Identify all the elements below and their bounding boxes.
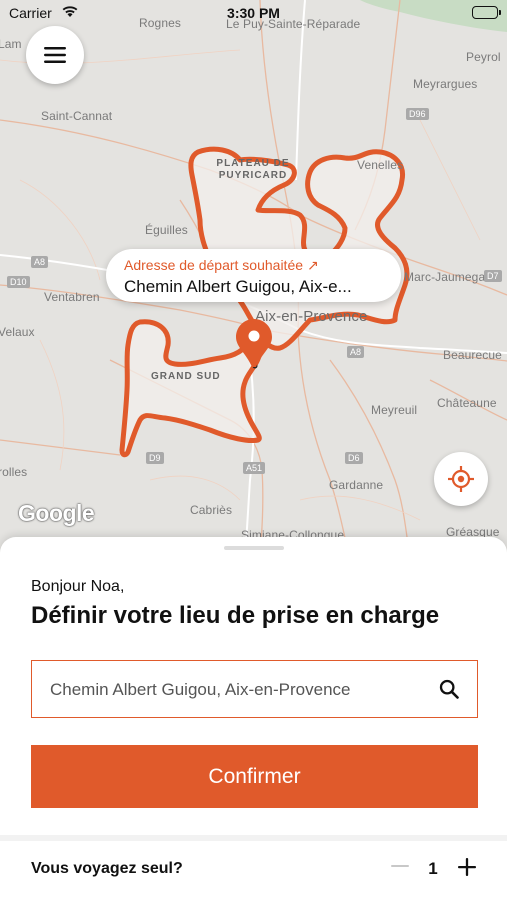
pickup-bottom-sheet: Bonjour Noa, Définir votre lieu de prise…: [0, 537, 507, 900]
section-divider: [0, 835, 507, 841]
road-badge: D10: [7, 276, 30, 288]
status-bar: Carrier 3:30 PM: [0, 0, 507, 26]
map-pin-icon[interactable]: [234, 317, 274, 374]
map-place-label: Velaux: [0, 325, 35, 339]
magnifier-icon[interactable]: [439, 679, 459, 704]
zone-label-grand-sud: GRAND SUD: [151, 371, 221, 382]
search-input-value[interactable]: Chemin Albert Guigou, Aix-en-Provence: [50, 680, 351, 700]
map-place-label: rolles: [0, 465, 28, 479]
map-place-label: Cabriès: [190, 503, 233, 517]
increment-passengers-button[interactable]: [456, 856, 478, 878]
map-view[interactable]: Rognes Le Puy-Sainte-Réparade Peyrol Lam…: [0, 0, 507, 560]
road-badge: D9: [146, 452, 164, 464]
google-logo: Google: [18, 500, 95, 526]
road-badge: A8: [347, 346, 365, 358]
pickup-address-search-field[interactable]: Chemin Albert Guigou, Aix-en-Provence: [31, 660, 478, 718]
locate-me-button[interactable]: [434, 452, 488, 506]
battery-icon: [472, 6, 501, 19]
pickup-callout[interactable]: Adresse de départ souhaitée ↗ Chemin Albe…: [106, 249, 401, 302]
page-title: Définir votre lieu de prise en charge: [31, 602, 440, 629]
decrement-passengers-button[interactable]: [390, 856, 410, 876]
map-place-label: Marc-Jaumegar: [404, 270, 490, 284]
road-badge: A51: [243, 462, 266, 474]
map-place-label: Lam: [0, 37, 22, 51]
map-place-label: Saint-Cannat: [41, 109, 113, 123]
map-place-label: Peyrol: [466, 50, 501, 64]
map-place-label: Venelles: [357, 158, 404, 172]
greeting-text: Bonjour Noa,: [31, 578, 125, 595]
external-arrow-icon: ↗: [307, 257, 319, 273]
road-badge: D7: [484, 270, 502, 282]
road-badge: D6: [345, 452, 363, 464]
zone-label-plateau: PLATEAU DE PUYRICARD: [216, 158, 290, 181]
minus-icon: [391, 865, 409, 867]
map-place-label: Beaurecue: [443, 348, 502, 362]
callout-address: Chemin Albert Guigou, Aix-e...: [124, 277, 352, 296]
map-place-label: Châteaune: [437, 396, 497, 410]
confirm-button[interactable]: Confirmer: [31, 745, 478, 808]
road-badge: A8: [31, 256, 49, 268]
plus-icon: [458, 858, 476, 876]
passenger-count: 1: [428, 859, 438, 878]
crosshair-icon: [448, 466, 474, 492]
road-badge: D96: [406, 108, 429, 120]
map-place-label: Éguilles: [145, 223, 188, 237]
map-place-label: Meyrargues: [413, 77, 478, 91]
map-place-label: Ventabren: [44, 290, 100, 304]
map-place-label: Meyreuil: [371, 403, 418, 417]
sheet-grabber[interactable]: [224, 546, 284, 550]
map-place-label: Gardanne: [329, 478, 384, 492]
travel-alone-label: Vous voyagez seul?: [31, 860, 183, 877]
menu-button[interactable]: [26, 26, 84, 84]
hamburger-menu-icon: [44, 47, 66, 63]
status-time: 3:30 PM: [227, 5, 280, 21]
callout-label: Adresse de départ souhaitée: [124, 257, 304, 273]
